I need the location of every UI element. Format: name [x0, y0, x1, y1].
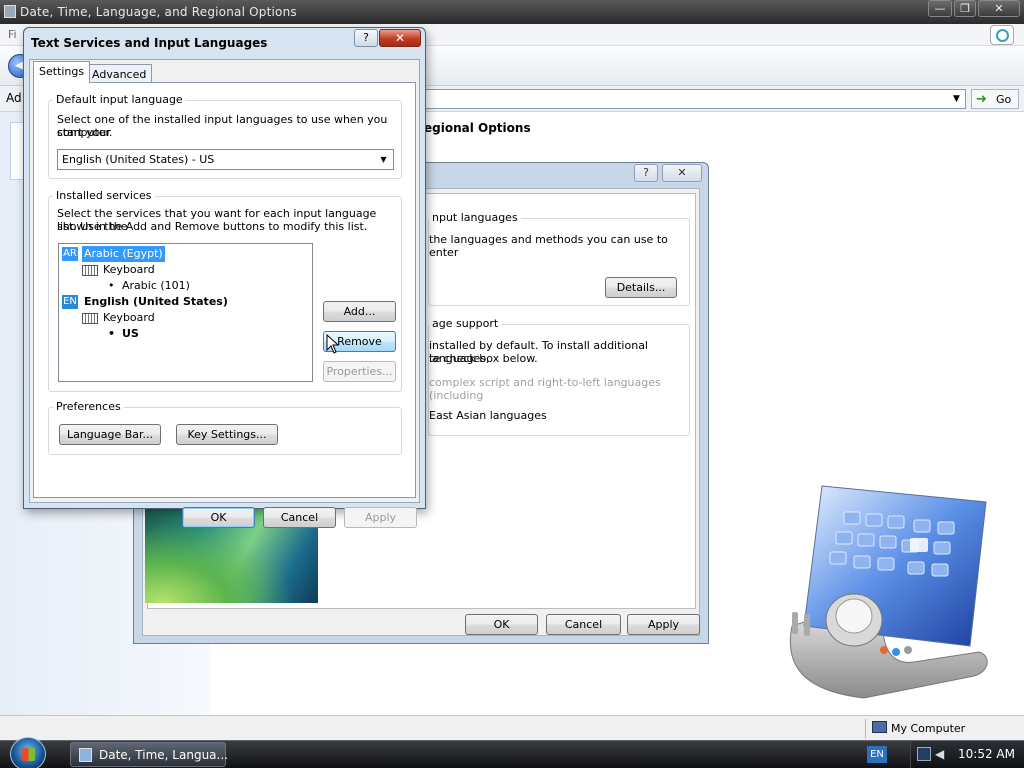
dialog-title: Text Services and Input Languages — [31, 36, 268, 50]
tree-item-label: Keyboard — [103, 263, 155, 276]
chevron-down-icon: ▼ — [380, 155, 387, 164]
activity-throbber — [990, 25, 1014, 45]
restore-button[interactable]: ❐ — [954, 0, 976, 17]
east-asian-option[interactable]: East Asian languages — [429, 409, 547, 422]
go-button[interactable]: ➜ Go — [971, 89, 1019, 109]
default-input-language-select[interactable]: English (United States) - US ▼ — [57, 149, 394, 170]
tree-item-keyboard-ar[interactable]: Keyboard — [82, 262, 202, 278]
default-input-description-line2: computer. — [57, 126, 113, 139]
background-help-button[interactable]: ? — [634, 164, 658, 182]
background-close-button[interactable]: ✕ — [662, 164, 702, 182]
properties-button[interactable]: Properties... — [323, 361, 396, 382]
clock[interactable]: 10:52 AM — [958, 747, 1015, 761]
installed-services-group: Installed services Select the services t… — [48, 189, 402, 392]
installed-services-legend: Installed services — [53, 189, 155, 202]
language-badge-ar: AR — [62, 247, 78, 261]
network-icon[interactable] — [917, 747, 931, 761]
keyboard-icon — [82, 313, 98, 324]
preferences-legend: Preferences — [53, 400, 124, 413]
tree-item-label: Keyboard — [103, 311, 155, 324]
tree-item-arabic-101[interactable]: • Arabic (101) — [108, 278, 228, 294]
background-ok-button[interactable]: OK — [465, 614, 538, 635]
status-bar: My Computer — [0, 715, 1024, 740]
bullet-icon: • — [108, 327, 116, 340]
help-button[interactable]: ? — [354, 29, 378, 47]
tree-item-label: US — [122, 327, 139, 340]
address-label: Ad — [6, 91, 22, 105]
background-cancel-button[interactable]: Cancel — [546, 614, 621, 635]
start-button[interactable] — [10, 737, 46, 768]
language-indicator[interactable]: EN — [867, 746, 887, 763]
main-title-bar: Date, Time, Language, and Regional Optio… — [0, 0, 1024, 24]
default-input-language-group: Default input language Select one of the… — [48, 93, 402, 179]
computer-icon — [872, 721, 887, 733]
details-button[interactable]: Details... — [605, 277, 677, 298]
system-tray: ◀ 10:52 AM — [910, 741, 1024, 768]
tree-item-label: Arabic (Egypt) — [82, 246, 165, 262]
tree-item-english-us[interactable]: EN English (United States) — [62, 294, 262, 310]
go-label: Go — [996, 93, 1012, 106]
language-bar-button[interactable]: Language Bar... — [59, 424, 161, 445]
control-panel-icon — [79, 748, 92, 762]
taskbar-window-button[interactable]: Date, Time, Langua... — [70, 742, 228, 767]
default-input-language-value: English (United States) - US — [62, 153, 215, 166]
content-heading: egional Options — [424, 121, 531, 135]
address-dropdown-icon[interactable]: ▼ — [948, 90, 965, 108]
close-window-button[interactable]: ✕ — [978, 0, 1020, 17]
bullet-icon: • — [108, 279, 115, 292]
apply-button[interactable]: Apply — [344, 507, 417, 528]
taskbar: Date, Time, Langua... EN ◀ 10:52 AM — [0, 737, 1024, 768]
regional-options-illustration — [789, 485, 988, 699]
installed-description-line2: list. Use the Add and Remove buttons to … — [57, 220, 368, 233]
volume-icon[interactable]: ◀ — [935, 748, 947, 761]
language-badge-en: EN — [62, 295, 78, 309]
tree-item-label: English (United States) — [84, 295, 228, 308]
windows-logo-icon — [22, 748, 35, 761]
menu-file[interactable]: Fi — [8, 28, 17, 41]
settings-tab-panel: Default input language Select one of the… — [33, 82, 416, 498]
preferences-group: Preferences Language Bar... Key Settings… — [48, 400, 402, 455]
tab-settings[interactable]: Settings — [33, 61, 91, 83]
close-button[interactable]: ✕ — [379, 29, 421, 47]
cancel-button[interactable]: Cancel — [263, 507, 336, 528]
ok-button[interactable]: OK — [182, 507, 255, 528]
input-languages-legend: nput languages — [429, 211, 521, 224]
language-support-legend: age support — [429, 317, 502, 330]
status-separator — [865, 719, 866, 738]
tab-advanced[interactable]: Advanced — [86, 64, 153, 84]
keyboard-icon — [82, 265, 98, 276]
throbber-icon — [996, 29, 1009, 42]
main-window-title: Date, Time, Language, and Regional Optio… — [20, 5, 297, 19]
add-button[interactable]: Add... — [323, 301, 396, 322]
language-support-group: age support installed by default. To ins… — [428, 317, 690, 436]
tree-item-label: Arabic (101) — [122, 279, 190, 292]
control-panel-icon — [4, 5, 16, 18]
installed-services-tree[interactable]: AR Arabic (Egypt) Keyboard • Arabic (101… — [58, 243, 313, 382]
text-services-dialog: Text Services and Input Languages ? ✕ Se… — [23, 27, 426, 528]
minimize-button[interactable]: — — [928, 0, 952, 17]
left-pane-item[interactable] — [10, 122, 24, 180]
default-input-language-legend: Default input language — [53, 93, 186, 106]
dialog-body: Settings Advanced Default input language… — [29, 59, 420, 528]
status-zone-label: My Computer — [891, 722, 966, 735]
language-support-line2: te check box below. — [429, 352, 538, 365]
taskbar-window-label: Date, Time, Langua... — [99, 748, 228, 762]
complex-script-option[interactable]: complex script and right-to-left languag… — [429, 376, 689, 402]
tree-item-keyboard-en[interactable]: Keyboard — [82, 310, 202, 326]
input-languages-text: the languages and methods you can use to… — [429, 233, 668, 259]
tree-item-us[interactable]: • US — [108, 326, 228, 342]
key-settings-button[interactable]: Key Settings... — [176, 424, 278, 445]
background-apply-button[interactable]: Apply — [627, 614, 700, 635]
go-arrow-icon: ➜ — [976, 92, 987, 107]
